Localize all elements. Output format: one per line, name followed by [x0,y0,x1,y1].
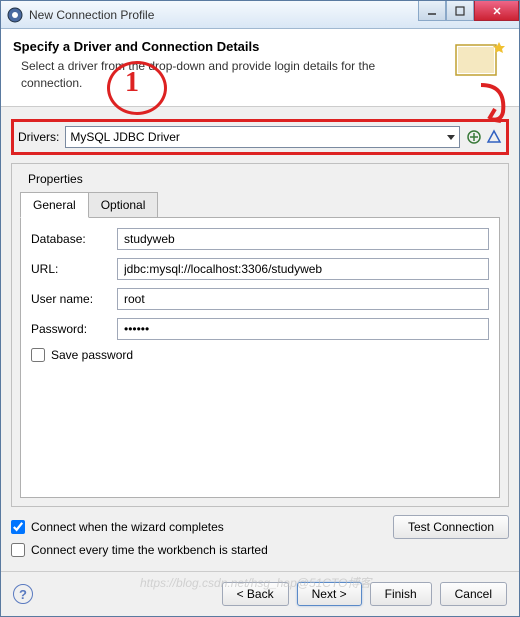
tab-general[interactable]: General [20,192,89,218]
wizard-header: Specify a Driver and Connection Details … [1,29,519,107]
content-area: Drivers: MySQL JDBC Driver Properties Ge… [1,107,519,571]
tabs: General Optional [20,192,500,218]
database-input[interactable] [117,228,489,250]
close-button[interactable] [474,1,519,21]
page-subtitle: Select a driver from the drop-down and p… [13,58,413,92]
username-input[interactable] [117,288,489,310]
save-password-label: Save password [51,348,133,362]
app-icon [7,7,23,23]
wizard-footer: ? < Back Next > Finish Cancel [1,571,519,616]
warning-icon[interactable] [486,129,502,145]
url-input[interactable] [117,258,489,280]
connect-on-complete-checkbox[interactable] [11,520,25,534]
drivers-row: Drivers: MySQL JDBC Driver [11,119,509,155]
test-connection-button[interactable]: Test Connection [393,515,509,539]
tab-optional[interactable]: Optional [88,192,159,217]
page-title: Specify a Driver and Connection Details [13,39,507,54]
drivers-dropdown[interactable]: MySQL JDBC Driver [65,126,460,148]
titlebar[interactable]: New Connection Profile [1,1,519,29]
properties-title: Properties [24,172,87,186]
window-title: New Connection Profile [29,8,418,22]
maximize-button[interactable] [446,1,474,21]
finish-button[interactable]: Finish [370,582,432,606]
new-driver-icon[interactable] [466,129,482,145]
database-label: Database: [31,232,111,246]
save-password-checkbox[interactable] [31,348,45,362]
password-input[interactable] [117,318,489,340]
wizard-banner-icon [451,37,511,97]
next-button[interactable]: Next > [297,582,362,606]
properties-group: Properties General Optional Database: UR… [11,163,509,507]
help-icon[interactable]: ? [13,584,33,604]
connect-on-complete-label: Connect when the wizard completes [31,520,224,534]
drivers-selected: MySQL JDBC Driver [70,130,180,144]
drivers-label: Drivers: [18,130,59,144]
cancel-button[interactable]: Cancel [440,582,507,606]
connect-every-time-checkbox[interactable] [11,543,25,557]
password-label: Password: [31,322,111,336]
dialog-window: New Connection Profile Specify a Driver … [0,0,520,617]
chevron-down-icon [447,135,455,140]
connect-every-time-label: Connect every time the workbench is star… [31,543,268,557]
tab-body-general: Database: URL: User name: Password: [20,218,500,498]
bottom-options: Connect when the wizard completes Test C… [11,515,509,561]
window-controls [418,1,519,28]
url-label: URL: [31,262,111,276]
minimize-button[interactable] [418,1,446,21]
username-label: User name: [31,292,111,306]
back-button[interactable]: < Back [222,582,289,606]
